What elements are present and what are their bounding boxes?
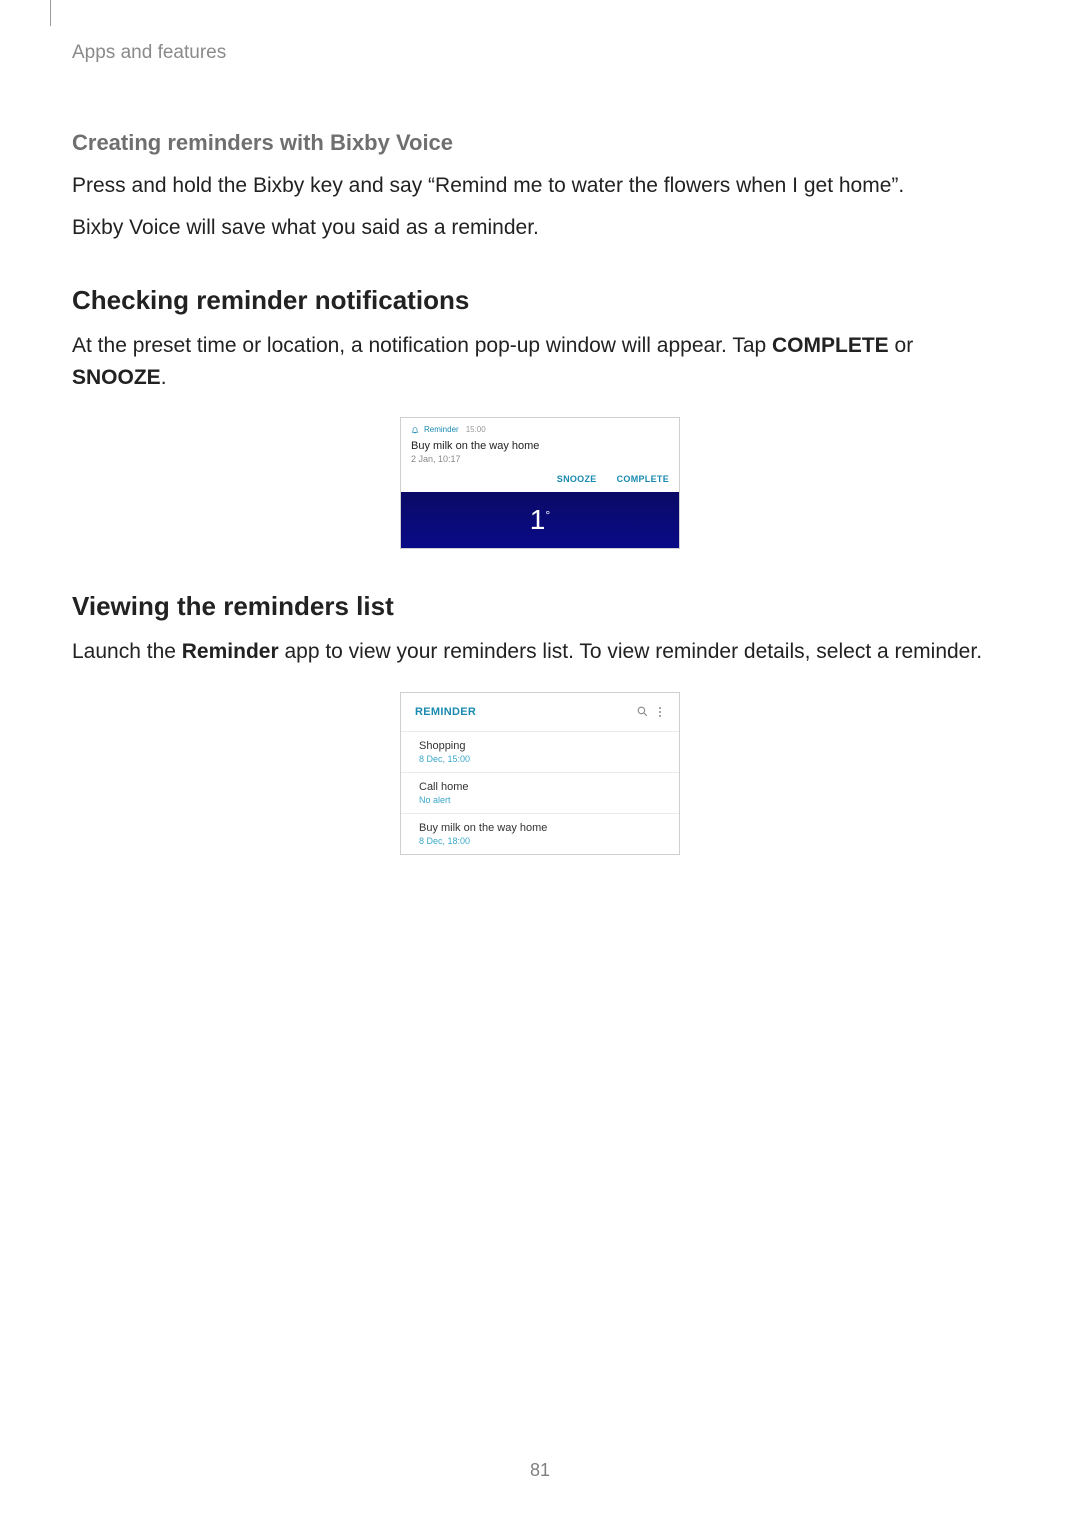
notification-app-row: Reminder 15:00 bbox=[411, 425, 669, 434]
degree-symbol: ° bbox=[545, 508, 550, 522]
text-fragment: At the preset time or location, a notifi… bbox=[72, 334, 772, 357]
bell-icon bbox=[411, 426, 419, 434]
list-item-title: Buy milk on the way home bbox=[419, 822, 665, 834]
body-text: Press and hold the Bixby key and say “Re… bbox=[72, 170, 1008, 202]
notification-time: 15:00 bbox=[466, 425, 486, 434]
temp-number: 1 bbox=[530, 504, 546, 535]
notification-app-name: Reminder bbox=[424, 425, 459, 434]
text-fragment: or bbox=[889, 334, 914, 357]
list-item-subtitle: 8 Dec, 18:00 bbox=[419, 836, 665, 846]
list-item-title: Call home bbox=[419, 781, 665, 793]
more-icon[interactable] bbox=[651, 707, 669, 717]
text-fragment: . bbox=[161, 366, 167, 389]
body-text: Launch the Reminder app to view your rem… bbox=[72, 636, 1008, 668]
text-fragment: Launch the bbox=[72, 640, 182, 663]
body-text: At the preset time or location, a notifi… bbox=[72, 330, 1008, 393]
list-item[interactable]: Shopping 8 Dec, 15:00 bbox=[401, 732, 679, 773]
bold-reminder: Reminder bbox=[182, 640, 279, 663]
weather-widget: 1° bbox=[401, 492, 679, 548]
text-fragment: app to view your reminders list. To view… bbox=[279, 640, 982, 663]
list-item[interactable]: Buy milk on the way home 8 Dec, 18:00 bbox=[401, 814, 679, 854]
bold-complete: COMPLETE bbox=[772, 334, 889, 357]
notification-card: Reminder 15:00 Buy milk on the way home … bbox=[401, 418, 679, 492]
notification-actions: SNOOZE COMPLETE bbox=[411, 474, 669, 484]
crop-mark bbox=[50, 0, 51, 26]
section-heading-notifications: Checking reminder notifications bbox=[72, 285, 1008, 316]
notification-screenshot: Reminder 15:00 Buy milk on the way home … bbox=[400, 417, 680, 549]
page-number: 81 bbox=[0, 1460, 1080, 1481]
complete-button[interactable]: COMPLETE bbox=[617, 474, 669, 484]
page-content: Apps and features Creating reminders wit… bbox=[0, 0, 1080, 855]
list-item-subtitle: No alert bbox=[419, 795, 665, 805]
temperature-value: 1° bbox=[530, 504, 550, 536]
section-heading-list: Viewing the reminders list bbox=[72, 591, 1008, 622]
reminder-header-title: REMINDER bbox=[415, 706, 633, 718]
list-item-subtitle: 8 Dec, 15:00 bbox=[419, 754, 665, 764]
reminder-list-header: REMINDER bbox=[401, 693, 679, 732]
section-heading-bixby: Creating reminders with Bixby Voice bbox=[72, 130, 1008, 156]
snooze-button[interactable]: SNOOZE bbox=[557, 474, 597, 484]
list-item-title: Shopping bbox=[419, 740, 665, 752]
chapter-title: Apps and features bbox=[72, 42, 1008, 64]
notification-subtitle: 2 Jan, 10:17 bbox=[411, 454, 669, 464]
search-icon[interactable] bbox=[633, 703, 651, 721]
bold-snooze: SNOOZE bbox=[72, 366, 161, 389]
body-text: Bixby Voice will save what you said as a… bbox=[72, 212, 1008, 244]
notification-title: Buy milk on the way home bbox=[411, 440, 669, 452]
list-item[interactable]: Call home No alert bbox=[401, 773, 679, 814]
reminder-list-screenshot: REMINDER Shopping 8 Dec, 15:00 Call home… bbox=[400, 692, 680, 855]
